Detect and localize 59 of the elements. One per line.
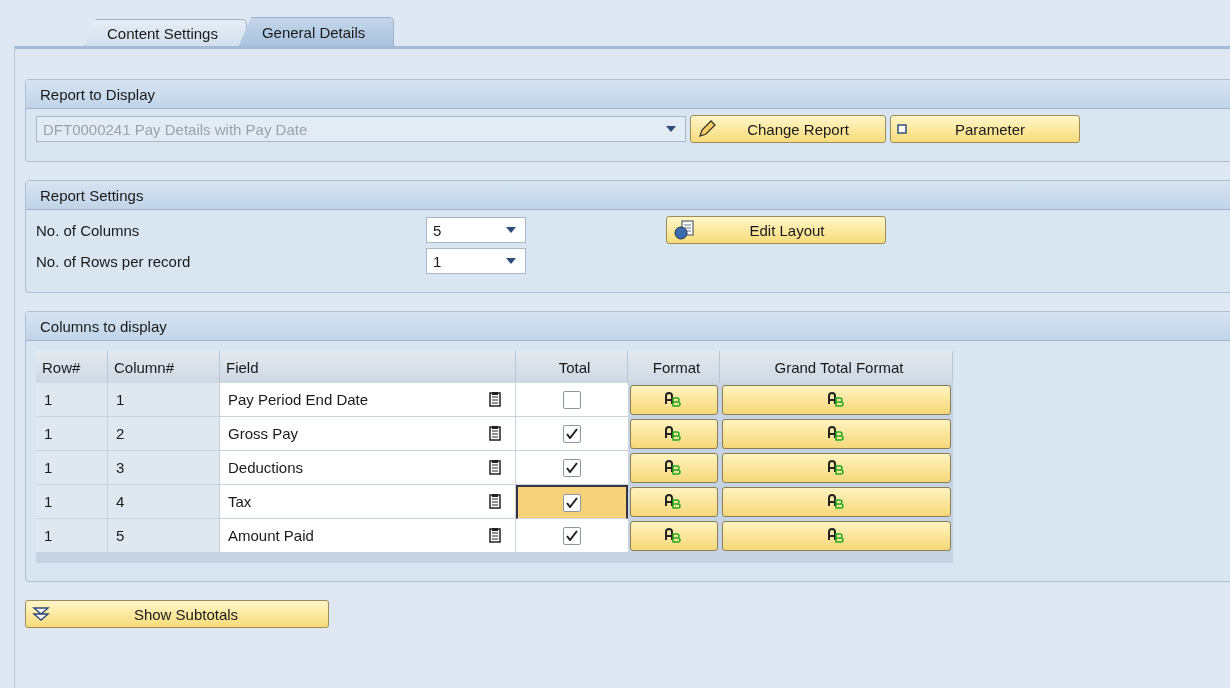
table-cell: 5 [108, 519, 220, 553]
total-cell[interactable] [516, 485, 628, 519]
dropdown-arrow-icon[interactable] [505, 226, 517, 234]
checkbox[interactable] [563, 493, 581, 512]
table-cell: 1 [108, 383, 220, 417]
grand-total-format-button[interactable] [722, 521, 951, 551]
format-header: Format [628, 351, 720, 383]
grand-total-format-button[interactable] [722, 487, 951, 517]
checkbox[interactable] [563, 390, 581, 409]
grand-total-format-header: Grand Total Format [720, 351, 953, 383]
section-title: Columns to display [26, 312, 1230, 341]
table-cell: 1 [36, 417, 108, 451]
field-cell[interactable]: Tax [220, 485, 516, 519]
field-cell[interactable]: Pay Period End Date [220, 383, 516, 417]
document-icon [673, 219, 695, 241]
table-cell: 2 [108, 417, 220, 451]
grand-total-format-button[interactable] [722, 419, 951, 449]
number-dropdown[interactable]: 1 [426, 248, 526, 274]
table-cell: 1 [36, 451, 108, 485]
field-label: No. of Rows per record [36, 252, 192, 270]
square-icon [897, 124, 907, 134]
field-cell[interactable]: Amount Paid [220, 519, 516, 553]
section-title: Report to Display [26, 80, 1230, 109]
format-button[interactable] [630, 385, 718, 415]
table-cell: 1 [36, 519, 108, 553]
checkbox[interactable] [563, 424, 581, 443]
table-cell: 1 [36, 485, 108, 519]
table-cell: 4 [108, 485, 220, 519]
value-help-icon[interactable] [489, 426, 501, 441]
format-button[interactable] [630, 487, 718, 517]
grand-total-format-button[interactable] [722, 453, 951, 483]
value-help-icon[interactable] [489, 460, 501, 475]
section-title: Report Settings [26, 181, 1230, 210]
row-number-header: Row# [36, 351, 108, 383]
pencil-icon [697, 119, 717, 139]
checkbox[interactable] [563, 526, 581, 545]
dropdown-arrow-icon[interactable] [505, 257, 517, 265]
edit-layout-button[interactable]: Edit Layout [666, 216, 886, 244]
tab[interactable]: General Details [238, 17, 395, 46]
show-subtotals-button[interactable]: Show Subtotals [25, 600, 329, 628]
field-header: Field [220, 351, 516, 383]
table-cell: 1 [36, 383, 108, 417]
value-help-icon[interactable] [489, 392, 501, 407]
checkbox[interactable] [563, 458, 581, 477]
table-cell: 3 [108, 451, 220, 485]
value-help-icon[interactable] [489, 494, 501, 509]
column-number-header: Column# [108, 351, 220, 383]
total-header: Total [516, 351, 628, 383]
format-button[interactable] [630, 521, 718, 551]
tab[interactable]: Content Settings [84, 19, 247, 46]
grand-total-format-button[interactable] [722, 385, 951, 415]
number-dropdown[interactable]: 5 [426, 217, 526, 243]
field-cell[interactable]: Deductions [220, 451, 516, 485]
value-help-icon[interactable] [489, 528, 501, 543]
format-button[interactable] [630, 453, 718, 483]
subtotals-icon [32, 606, 50, 622]
field-cell[interactable]: Gross Pay [220, 417, 516, 451]
field-label: No. of Columns [36, 221, 141, 239]
format-button[interactable] [630, 419, 718, 449]
